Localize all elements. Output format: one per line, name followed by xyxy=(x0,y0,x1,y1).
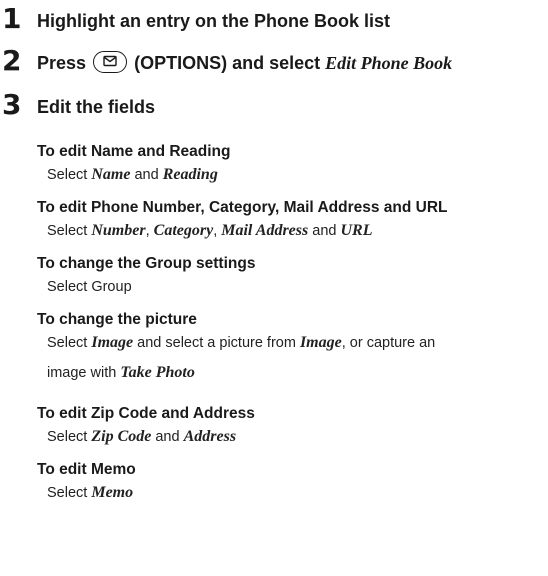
section-body-continued: image with Take Photo xyxy=(37,361,548,385)
body-text: , xyxy=(145,223,154,239)
field-mail-address: Mail Address xyxy=(221,222,309,239)
section-body: Select Number, Category, Mail Address an… xyxy=(37,219,548,243)
body-text: and xyxy=(130,167,163,183)
section-heading: To change the Group settings xyxy=(37,255,256,272)
field-image: Image xyxy=(91,334,134,351)
step-text-after: (OPTIONS) and select xyxy=(134,53,321,73)
step-number: 1 xyxy=(2,2,22,35)
step-number: 2 xyxy=(2,44,22,77)
field-zip-code: Zip Code xyxy=(91,428,152,445)
body-text: Select xyxy=(47,335,92,351)
body-text: Select xyxy=(47,485,92,501)
step-number: 3 xyxy=(2,88,22,121)
section-body: Select Group xyxy=(47,279,132,295)
field-reading: Reading xyxy=(162,166,218,183)
step-1: 1 Highlight an entry on the Phone Book l… xyxy=(0,3,548,39)
step-text: Highlight an entry on the Phone Book lis… xyxy=(37,11,391,31)
section-heading: To edit Phone Number, Category, Mail Add… xyxy=(37,199,448,216)
field-name: Name xyxy=(91,166,131,183)
body-text: and xyxy=(151,429,184,445)
field-url: URL xyxy=(340,222,373,239)
body-text: Select xyxy=(47,429,92,445)
section-group: To change the Group settings Select Grou… xyxy=(37,253,548,299)
section-body: Select Memo xyxy=(37,481,548,505)
section-memo: To edit Memo Select Memo xyxy=(37,459,548,505)
body-text: Select xyxy=(47,223,92,239)
section-heading: To edit Memo xyxy=(37,461,136,478)
section-heading: To edit Name and Reading xyxy=(37,143,231,160)
section-heading: To edit Zip Code and Address xyxy=(37,405,255,422)
section-address: To edit Zip Code and Address Select Zip … xyxy=(37,403,548,449)
section-body: Select Image and select a picture from I… xyxy=(37,331,548,355)
section-body: Select Zip Code and Address xyxy=(37,425,548,449)
step-2: 2 Press (OPTIONS) and select Edit Phone … xyxy=(0,45,548,81)
field-memo: Memo xyxy=(91,484,134,501)
step-text: Edit the fields xyxy=(37,97,156,117)
body-text: , or capture an xyxy=(341,335,436,351)
step-text-before: Press xyxy=(37,53,87,73)
step-text: Press (OPTIONS) and select Edit Phone Bo… xyxy=(37,51,452,75)
section-picture: To change the picture Select Image and s… xyxy=(37,309,548,385)
menu-item-edit-phone-book: Edit Phone Book xyxy=(325,53,453,73)
field-number: Number xyxy=(91,222,146,239)
section-number-category: To edit Phone Number, Category, Mail Add… xyxy=(37,197,548,243)
body-text: and select a picture from xyxy=(133,335,300,351)
section-heading: To change the picture xyxy=(37,311,197,328)
body-text: and xyxy=(308,223,341,239)
mail-key-icon xyxy=(93,51,128,74)
section-name-reading: To edit Name and Reading Select Name and… xyxy=(37,141,548,187)
section-body: Select Name and Reading xyxy=(37,163,548,187)
step-3: 3 Edit the fields xyxy=(0,89,548,125)
field-address: Address xyxy=(183,428,237,445)
field-image: Image xyxy=(299,334,342,351)
field-take-photo: Take Photo xyxy=(120,364,195,381)
body-text: image with xyxy=(47,365,121,381)
field-category: Category xyxy=(153,222,214,239)
body-text: Select xyxy=(47,167,92,183)
